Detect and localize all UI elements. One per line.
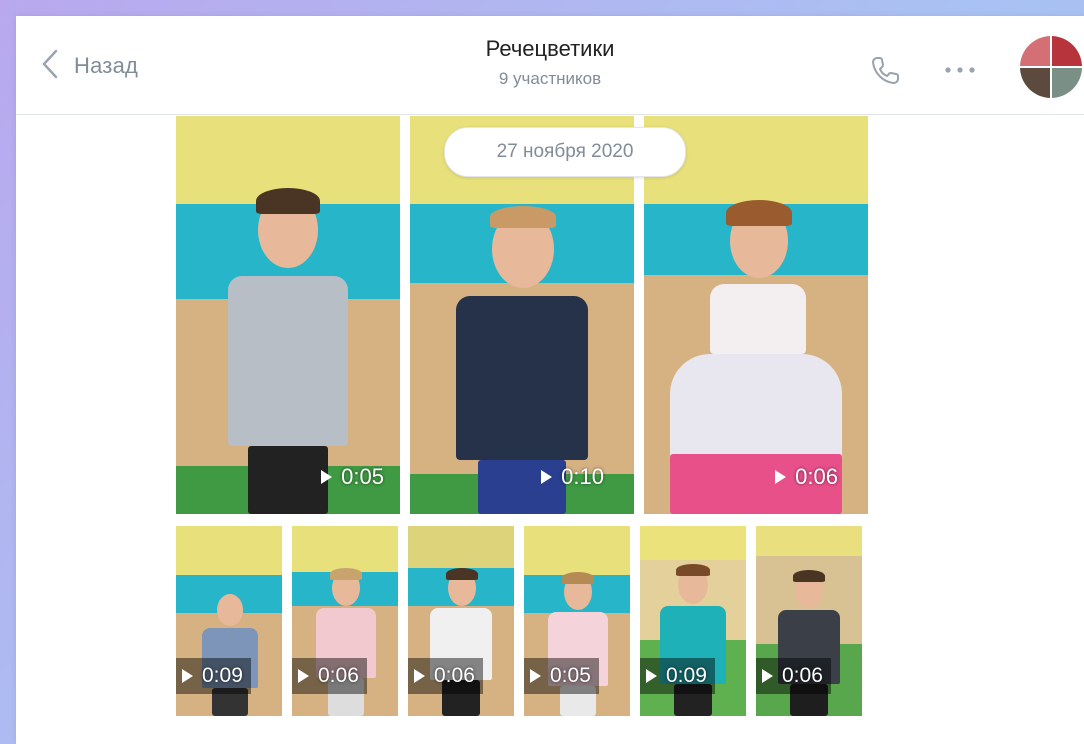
play-icon <box>541 470 553 484</box>
chat-window: Назад Речецветики 9 участников 0:05 0:10… <box>16 16 1084 744</box>
members-count: 9 участников <box>498 69 602 88</box>
video-thumbnail[interactable]: 0:09 <box>640 526 746 716</box>
video-duration: 0:09 <box>176 658 251 694</box>
play-icon <box>321 470 333 484</box>
video-thumbnail[interactable]: 0:06 <box>644 116 868 514</box>
play-icon <box>762 669 773 683</box>
video-thumbnail[interactable]: 0:05 <box>176 116 400 514</box>
phone-icon[interactable] <box>868 54 902 88</box>
video-thumbnail[interactable]: 0:06 <box>408 526 514 716</box>
chat-title: Речецветики <box>485 36 615 61</box>
play-icon <box>414 669 425 683</box>
video-duration: 0:05 <box>321 464 384 490</box>
date-separator: 27 ноября 2020 <box>444 127 686 177</box>
play-icon <box>646 669 657 683</box>
video-thumbnail[interactable]: 0:09 <box>176 526 282 716</box>
play-icon <box>530 669 541 683</box>
video-duration: 0:06 <box>292 658 367 694</box>
video-duration: 0:06 <box>408 658 483 694</box>
chat-avatar[interactable] <box>1020 36 1082 98</box>
video-duration: 0:10 <box>541 464 604 490</box>
video-thumbnail[interactable]: 0:05 <box>524 526 630 716</box>
play-icon <box>182 669 193 683</box>
video-duration: 0:09 <box>640 658 715 694</box>
video-thumbnail[interactable]: 0:06 <box>756 526 862 716</box>
video-duration: 0:06 <box>775 464 838 490</box>
play-icon <box>775 470 787 484</box>
chat-title-block[interactable]: Речецветики 9 участников <box>16 36 1084 89</box>
video-duration: 0:05 <box>524 658 599 694</box>
more-icon[interactable] <box>940 60 980 80</box>
play-icon <box>298 669 309 683</box>
video-duration: 0:06 <box>756 658 831 694</box>
video-thumbnail[interactable]: 0:06 <box>292 526 398 716</box>
chat-header: Назад Речецветики 9 участников <box>16 16 1084 115</box>
